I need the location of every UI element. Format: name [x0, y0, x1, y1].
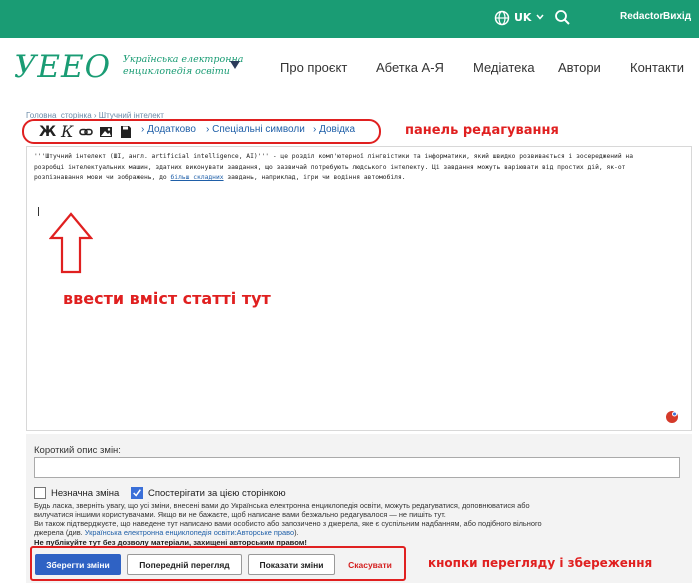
logo-subtitle: Українська електронна енциклопедія освіт… [123, 54, 243, 78]
save-icon[interactable] [119, 125, 133, 139]
editor-line-1: '''Штучний інтелект (ШІ, англ. artificia… [34, 153, 633, 160]
toolbar-annotation: панель редагування [405, 123, 559, 138]
editor-line-3-b: завдань, наприклад, ігри чи водіння авто… [223, 174, 406, 181]
legal-line-2: вилучатися іншими користувачами. Якщо ви… [34, 510, 446, 519]
nav-item-authors[interactable]: Автори [558, 60, 601, 75]
link-icon[interactable] [79, 125, 93, 139]
summary-label: Короткий опис змін: [34, 445, 121, 456]
checkmark-icon [133, 489, 141, 497]
preview-button[interactable]: Попередній перегляд [127, 554, 242, 575]
notification-badge-icon[interactable] [665, 410, 679, 424]
editor-line-3: розпізнавання мови чи зображень, до біль… [34, 173, 684, 184]
editor-line-2: розробці інтелектуальних машин, здатних … [34, 163, 626, 171]
save-button[interactable]: Зберегти зміни [35, 554, 121, 575]
up-arrow-icon [49, 212, 93, 274]
toolbar-advanced[interactable]: › Додатково [141, 124, 196, 135]
legal-line-4: джерела (див. Українська електронна енци… [34, 528, 684, 537]
legal-notice: Будь ласка, зверніть увагу, що усі зміни… [34, 501, 684, 537]
watch-page-label: Спостерігати за цією сторінкою [148, 488, 286, 499]
italic-button[interactable]: К [61, 122, 75, 141]
globe-icon[interactable] [494, 10, 510, 26]
language-selector[interactable]: UK [514, 11, 531, 24]
editor-inline-link[interactable]: більш складних [170, 174, 223, 181]
summary-input[interactable] [34, 457, 680, 478]
nav-item-about[interactable]: Про проєкт [280, 60, 347, 75]
editor-line-3-a: розпізнавання мови чи зображень, до [34, 174, 171, 181]
legal-line-1: Будь ласка, зверніть увагу, що усі зміни… [34, 501, 530, 510]
nav-item-media[interactable]: Медіатека [473, 60, 535, 75]
minor-edit-checkbox[interactable] [34, 487, 46, 499]
buttons-annotation: кнопки перегляду і збереження [428, 556, 653, 570]
user-link[interactable]: Redactor [620, 11, 663, 22]
caret-down-icon[interactable] [230, 61, 240, 69]
minor-edit-label: Незначна зміна [51, 488, 120, 499]
cancel-button[interactable]: Скасувати [340, 554, 400, 575]
legal-line-4-a: джерела (див. [34, 528, 85, 537]
show-changes-button[interactable]: Показати зміни [248, 554, 335, 575]
search-icon[interactable] [554, 9, 571, 26]
nav-item-index[interactable]: Абетка А-Я [376, 60, 444, 75]
text-cursor [38, 207, 39, 216]
copyright-link[interactable]: Українська електронна енциклопедія освіт… [85, 528, 294, 537]
logo-subtitle-line2: енциклопедія освіти [123, 66, 230, 77]
image-icon[interactable] [99, 125, 113, 139]
legal-line-4-b: ). [294, 528, 299, 537]
nav-item-contacts[interactable]: Контакти [630, 60, 684, 75]
toolbar-special-chars[interactable]: › Спеціальні символи [206, 124, 305, 135]
top-bar: UK Redactor Вихід [0, 0, 699, 38]
watch-page-checkbox[interactable] [131, 487, 143, 499]
logo-subtitle-line1: Українська електронна [123, 54, 244, 65]
toolbar-help[interactable]: › Довідка [313, 124, 355, 135]
content-annotation: ввести вміст статті тут [63, 289, 271, 308]
bold-button[interactable]: Ж [39, 124, 56, 140]
legal-line-3: Ви також підтверджуєте, що наведене тут … [34, 519, 542, 528]
site-logo[interactable]: УЕЕО [14, 49, 111, 85]
editor-content[interactable]: '''Штучний інтелект (ШІ, англ. artificia… [34, 152, 684, 184]
chevron-down-icon[interactable] [535, 12, 545, 22]
logout-link[interactable]: Вихід [663, 11, 691, 22]
